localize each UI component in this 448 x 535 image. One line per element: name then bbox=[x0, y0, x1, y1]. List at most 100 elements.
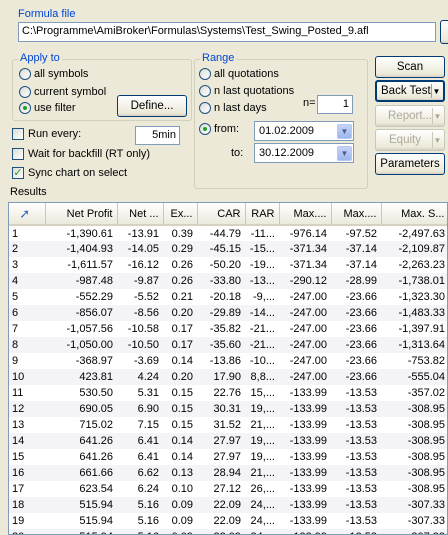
table-row[interactable]: 15 641.26 6.41 0.14 27.97 19,... -133.99 -13.53… bbox=[9, 449, 447, 465]
table-cell: 24,... bbox=[250, 515, 275, 527]
row-number-cell: 17 bbox=[12, 483, 25, 495]
table-cell: -5.52 bbox=[133, 291, 159, 303]
radio-current-symbol[interactable]: current symbol bbox=[19, 86, 106, 98]
chevron-down-icon[interactable]: ▼ bbox=[337, 123, 352, 139]
sort-column-header[interactable]: ➚ bbox=[9, 203, 46, 226]
table-cell: -13.53 bbox=[331, 433, 381, 449]
radio-dot bbox=[19, 68, 31, 80]
row-number-cell: 11 bbox=[12, 387, 24, 399]
table-row[interactable]: 10 423.81 4.24 0.20 17.90 8,8... -247.00 -23.66… bbox=[9, 369, 447, 385]
results-label: Results bbox=[10, 186, 47, 198]
table-row[interactable]: 3 -1,611.57 -16.12 0.26 -50.20 -19... -371.34 -… bbox=[9, 257, 447, 273]
table-cell: -23.66 bbox=[331, 305, 381, 321]
table-row[interactable]: 18 515.94 5.16 0.09 22.09 24,... -133.99 -13.53… bbox=[9, 497, 447, 513]
table-cell: 6.62 bbox=[117, 465, 163, 481]
table-row[interactable]: 7 -1,057.56 -10.58 0.17 -35.82 -21... -247.00 -… bbox=[9, 321, 447, 337]
table-row[interactable]: 9 -368.97 -3.69 0.14 -13.86 -10... -247.00 -23.… bbox=[9, 353, 447, 369]
table-cell: -308.95 bbox=[407, 451, 445, 463]
to-date-value: 30.12.2009 bbox=[259, 147, 315, 159]
row-number-cell: 2 bbox=[9, 241, 45, 257]
formula-path-field[interactable]: C:\Programme\AmiBroker\Formulas\Systems\… bbox=[18, 22, 436, 42]
radio-from-date[interactable]: from: bbox=[199, 123, 239, 135]
table-cell: 19,... bbox=[250, 451, 275, 463]
table-row[interactable]: 2 -1,404.93 -14.05 0.29 -45.15 -15... -371.34-… bbox=[9, 241, 447, 257]
column-header[interactable]: Ex... bbox=[163, 203, 198, 226]
table-cell: 515.94 bbox=[45, 497, 117, 513]
equity-button[interactable]: Equity ▼ bbox=[375, 129, 445, 151]
column-header[interactable]: CAR bbox=[197, 203, 246, 226]
radio-all-quotations[interactable]: all quotations bbox=[199, 68, 279, 80]
table-row[interactable]: 4 -987.48 -9.87 0.26 -33.80 -13... -290.12 -28.… bbox=[9, 273, 447, 289]
sync-chart-checkbox[interactable]: ✓ Sync chart on select bbox=[12, 167, 127, 179]
to-label: to: bbox=[231, 147, 244, 159]
radio-all-symbols[interactable]: all symbols bbox=[19, 68, 88, 80]
table-cell: -13.53 bbox=[345, 483, 377, 495]
chevron-down-icon[interactable]: ▼ bbox=[432, 132, 442, 148]
from-date-value: 01.02.2009 bbox=[259, 125, 315, 137]
table-cell: -20.18 bbox=[209, 291, 241, 303]
table-cell: -14.05 bbox=[117, 241, 163, 257]
report-button[interactable]: Report... ▼ bbox=[375, 105, 445, 127]
browse-formula-button[interactable] bbox=[440, 20, 448, 44]
column-header[interactable]: Net Profit bbox=[45, 203, 118, 226]
parameters-button[interactable]: Parameters bbox=[375, 153, 445, 175]
n-label: n= bbox=[303, 97, 316, 109]
column-header[interactable]: Max.... bbox=[331, 203, 382, 226]
table-cell: -247.00 bbox=[279, 337, 331, 353]
row-number-cell: 3 bbox=[12, 259, 19, 271]
radio-use-filter[interactable]: use filter bbox=[19, 102, 76, 114]
wait-backfill-checkbox[interactable]: Wait for backfill (RT only) bbox=[12, 148, 150, 160]
results-table[interactable]: ➚ Net Profit Net ... Ex... CAR RAR Max..… bbox=[8, 202, 448, 535]
table-row[interactable]: 20515.945.160.0922.0924,...-133.99-13.53… bbox=[9, 529, 447, 534]
checkbox-box-checked: ✓ bbox=[12, 167, 24, 179]
scan-button[interactable]: Scan bbox=[375, 56, 445, 78]
checkbox-box bbox=[12, 128, 24, 140]
table-row[interactable]: 14 641.26 6.41 0.14 27.97 19,... -133.99 -13.53… bbox=[9, 433, 447, 449]
column-header[interactable]: Net ... bbox=[117, 203, 164, 226]
table-row[interactable]: 13 715.02 7.15 0.15 31.52 21,... -133.99 -13.53… bbox=[9, 417, 447, 433]
table-row[interactable]: 6 -856.07 -8.56 0.20 -29.89 -14... -247.00 -23.… bbox=[9, 305, 447, 321]
table-cell: 21,... bbox=[250, 419, 275, 431]
table-cell: -13.53 bbox=[331, 401, 381, 417]
table-cell: 0.17 bbox=[171, 323, 193, 335]
table-cell: -371.34 bbox=[279, 241, 331, 257]
table-cell: -33.80 bbox=[197, 273, 245, 289]
table-cell: -14... bbox=[245, 305, 279, 321]
from-date-picker[interactable]: 01.02.2009 ▼ bbox=[254, 121, 354, 141]
table-cell: 19,... bbox=[245, 401, 279, 417]
column-header[interactable]: Max.... bbox=[279, 203, 332, 226]
table-row[interactable]: 16 661.66 6.62 0.13 28.94 21,... -133.99 -13.53… bbox=[9, 465, 447, 481]
table-cell: -13.91 bbox=[127, 227, 159, 240]
table-cell: -368.97 bbox=[75, 355, 113, 367]
radio-dot-selected bbox=[199, 123, 211, 135]
table-cell: 7.15 bbox=[137, 419, 159, 431]
table-cell: -29.89 bbox=[197, 305, 245, 321]
n-value-field[interactable]: 1 bbox=[317, 95, 353, 114]
chevron-down-icon[interactable]: ▼ bbox=[432, 108, 442, 124]
table-cell: 6.41 bbox=[137, 451, 159, 463]
chevron-down-icon[interactable]: ▼ bbox=[337, 145, 352, 161]
table-cell: 19,... bbox=[245, 433, 279, 449]
radio-n-last-days[interactable]: n last days bbox=[199, 102, 267, 114]
table-row[interactable]: 5 -552.29 -5.52 0.21 -20.18 -9,... -247.00 -23.… bbox=[9, 289, 447, 305]
run-every-checkbox[interactable]: Run every: bbox=[12, 128, 81, 140]
checkbox-box bbox=[12, 148, 24, 160]
row-number-cell: 14 bbox=[9, 433, 45, 449]
column-header[interactable]: RAR bbox=[245, 203, 280, 226]
table-cell: 661.66 bbox=[45, 465, 117, 481]
table-row[interactable]: 1 -1,390.61 -13.91 0.39 -44.79 -11... -976.14 -… bbox=[9, 225, 447, 241]
define-filter-button[interactable]: Define... bbox=[117, 95, 187, 117]
back-test-button[interactable]: Back Test ▼ bbox=[375, 80, 445, 102]
to-date-picker[interactable]: 30.12.2009 ▼ bbox=[254, 143, 354, 163]
table-row[interactable]: 11 530.50 5.31 0.15 22.76 15,... -133.99 -13.53… bbox=[9, 385, 447, 401]
column-header[interactable]: Max. S... bbox=[381, 203, 447, 226]
table-row[interactable]: 12 690.05 6.90 0.15 30.31 19,... -133.99 -13.53… bbox=[9, 401, 447, 417]
chevron-down-icon[interactable]: ▼ bbox=[431, 84, 441, 98]
run-every-interval-field[interactable]: 5min bbox=[135, 126, 180, 145]
radio-n-last-quotations[interactable]: n last quotations bbox=[199, 85, 294, 97]
table-cell: 0.15 bbox=[171, 419, 193, 431]
table-cell: -23.66 bbox=[345, 323, 377, 335]
table-row[interactable]: 19 515.94 5.16 0.09 22.09 24,... -133.99 -13.53… bbox=[9, 513, 447, 529]
table-row[interactable]: 8 -1,050.00 -10.50 0.17 -35.60 -21... -247.00-… bbox=[9, 337, 447, 353]
table-row[interactable]: 17 623.54 6.24 0.10 27.12 26,... -133.99 -13.53… bbox=[9, 481, 447, 497]
